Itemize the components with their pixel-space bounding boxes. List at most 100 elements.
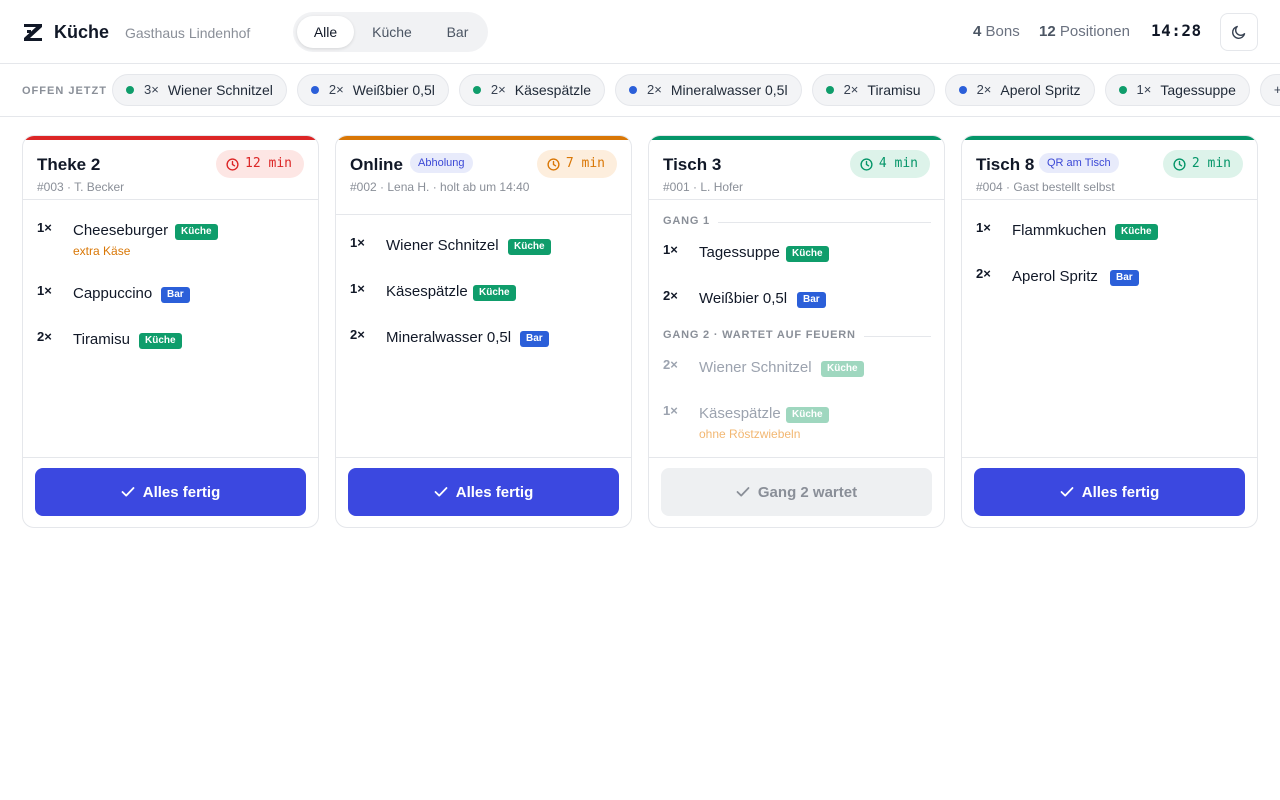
open-item-chip[interactable]: 1× Tagessuppe [1104,74,1250,106]
open-item-chip[interactable]: 2× Mineralwasser 0,5l [615,74,802,106]
moon-icon [1231,25,1246,40]
ticket-subtitle: #001 · L. Hofer [663,180,744,194]
ticket-item[interactable]: 2× Mineralwasser 0,5l Bar [350,327,620,349]
ticket-timer: 12 min [216,150,304,178]
bar-dot-icon [310,86,319,94]
item-note: ohne Röstzwiebeln [699,427,801,441]
ticket-item[interactable]: 1× Tagessuppe Küche [663,242,933,264]
ticket-item[interactable]: 2× Weißbier 0,5l Bar [663,288,933,310]
timer-value: 12 min [245,156,292,171]
item-qty: 1× [37,220,52,235]
item-name: Käsespätzle [386,283,468,300]
more-items-chip[interactable]: + 3weitere [1259,74,1280,106]
station-badge: Bar [520,331,549,347]
theme-toggle-button[interactable] [1220,13,1258,51]
bons-label: Bons [985,23,1020,40]
ticket-footer: Alles fertig [23,457,318,527]
order-type-tag: Abholung [410,153,473,173]
order-type-tag: QR am Tisch [1039,153,1119,173]
chip-name: Mineralwasser 0,5l [670,82,788,98]
station-badge: Küche [473,285,516,301]
station-badge: Küche [786,246,829,262]
open-item-chip[interactable]: 2× Käsespätzle [458,74,606,106]
station-filter: Alle Küche Bar [293,12,488,52]
ticket-title: Tisch 8 [976,155,1035,174]
ticket-card-online: Online Abholung #002 · Lena H. · holt ab… [335,135,632,528]
item-qty: 2× [663,288,678,303]
ticket-header: Theke 2 #003 · T. Becker 12 min [23,140,318,200]
venue-name: Gasthaus Lindenhof [125,25,251,41]
ticket-title: Theke 2 [37,155,101,174]
chip-qty: 2× [328,82,344,97]
open-item-chip[interactable]: 2× Tiramisu [811,74,935,106]
positions-count: 12 [1039,23,1056,40]
station-badge: Küche [175,224,218,240]
item-name: Käsespätzle [699,405,781,422]
logo-icon [24,24,42,41]
chip-name: Aperol Spritz [1000,82,1081,98]
ticket-item[interactable]: 1× Cheeseburger Küche extra Käse [37,220,307,260]
item-qty: 1× [37,283,52,298]
ticket-item[interactable]: 1× Käsespätzle Küche [350,281,620,303]
clock-icon [860,157,873,171]
chip-qty: 2× [490,82,506,97]
station-badge: Küche [786,407,829,423]
all-done-button[interactable]: Alles fertig [35,468,306,516]
top-bar: Küche Gasthaus Lindenhof Alle Küche Bar … [0,0,1280,64]
check-icon [434,487,448,497]
ticket-footer: Alles fertig [336,457,631,527]
clock-icon [226,157,239,171]
course-waiting-button[interactable]: Gang 2 wartet [661,468,932,516]
ticket-header: Online Abholung #002 · Lena H. · holt ab… [336,140,631,215]
open-item-chip[interactable]: 3× Wiener Schnitzel [112,74,287,106]
all-done-button[interactable]: Alles fertig [348,468,619,516]
ticket-header: Tisch 3 #001 · L. Hofer 4 min [649,140,944,200]
all-done-label: Alles fertig [1081,483,1160,501]
more-count: + 3 [1274,75,1280,105]
open-item-chip[interactable]: 2× Aperol Spritz [944,74,1095,106]
item-qty: 2× [976,266,991,281]
kueche-dot-icon [1118,86,1127,94]
check-icon [736,487,750,497]
clock-icon [1173,157,1186,171]
item-name: Wiener Schnitzel [386,237,499,254]
open-item-chip[interactable]: 2× Weißbier 0,5l [296,74,449,106]
chip-name: Käsespätzle [514,82,592,98]
timer-value: 4 min [878,156,918,171]
item-qty: 2× [350,327,365,342]
ticket-item-waiting[interactable]: 2× Wiener Schnitzel Küche [663,357,933,379]
ticket-card-tisch-3: Tisch 3 #001 · L. Hofer 4 min GANG 1 1× … [648,135,945,528]
bar-dot-icon [958,86,967,94]
ticket-timer: 7 min [536,150,617,178]
ticket-footer: Alles fertig [962,457,1257,527]
item-note: extra Käse [73,244,131,258]
chip-qty: 3× [144,82,159,97]
item-qty: 2× [663,357,678,372]
filter-all-button[interactable]: Alle [297,16,354,48]
all-done-button[interactable]: Alles fertig [974,468,1245,516]
ticket-item-waiting[interactable]: 1× Käsespätzle Küche ohne Röstzwiebeln [663,403,933,443]
bons-count: 4 [973,23,982,40]
ticket-card-tisch-8: Tisch 8 QR am Tisch #004 · Gast bestellt… [961,135,1258,528]
ticket-subtitle: #002 · Lena H. · holt ab um 14:40 [350,180,530,194]
check-icon [121,487,135,497]
item-qty: 2× [37,329,52,344]
chip-qty: 2× [843,82,859,97]
chip-name: Wiener Schnitzel [167,82,273,98]
ticket-item[interactable]: 1× Wiener Schnitzel Küche [350,235,620,257]
station-badge: Küche [139,333,182,349]
clock-icon [547,157,560,171]
filter-kueche-button[interactable]: Küche [358,16,426,48]
item-name: Flammkuchen [1012,222,1107,239]
item-name: Weißbier 0,5l [699,290,788,307]
station-badge: Bar [161,287,190,303]
ticket-item[interactable]: 1× Cappuccino Bar [37,283,307,305]
ticket-item[interactable]: 1× Flammkuchen Küche [976,220,1246,242]
ticket-header: Tisch 8 QR am Tisch #004 · Gast bestellt… [962,140,1257,200]
ticket-item[interactable]: 2× Aperol Spritz Bar [976,266,1246,288]
positions-label: Positionen [1059,23,1130,40]
ticket-item[interactable]: 2× Tiramisu Küche [37,329,307,351]
all-done-label: Alles fertig [142,483,221,501]
course-1-divider: GANG 1 [663,215,931,229]
filter-bar-button[interactable]: Bar [430,16,485,48]
